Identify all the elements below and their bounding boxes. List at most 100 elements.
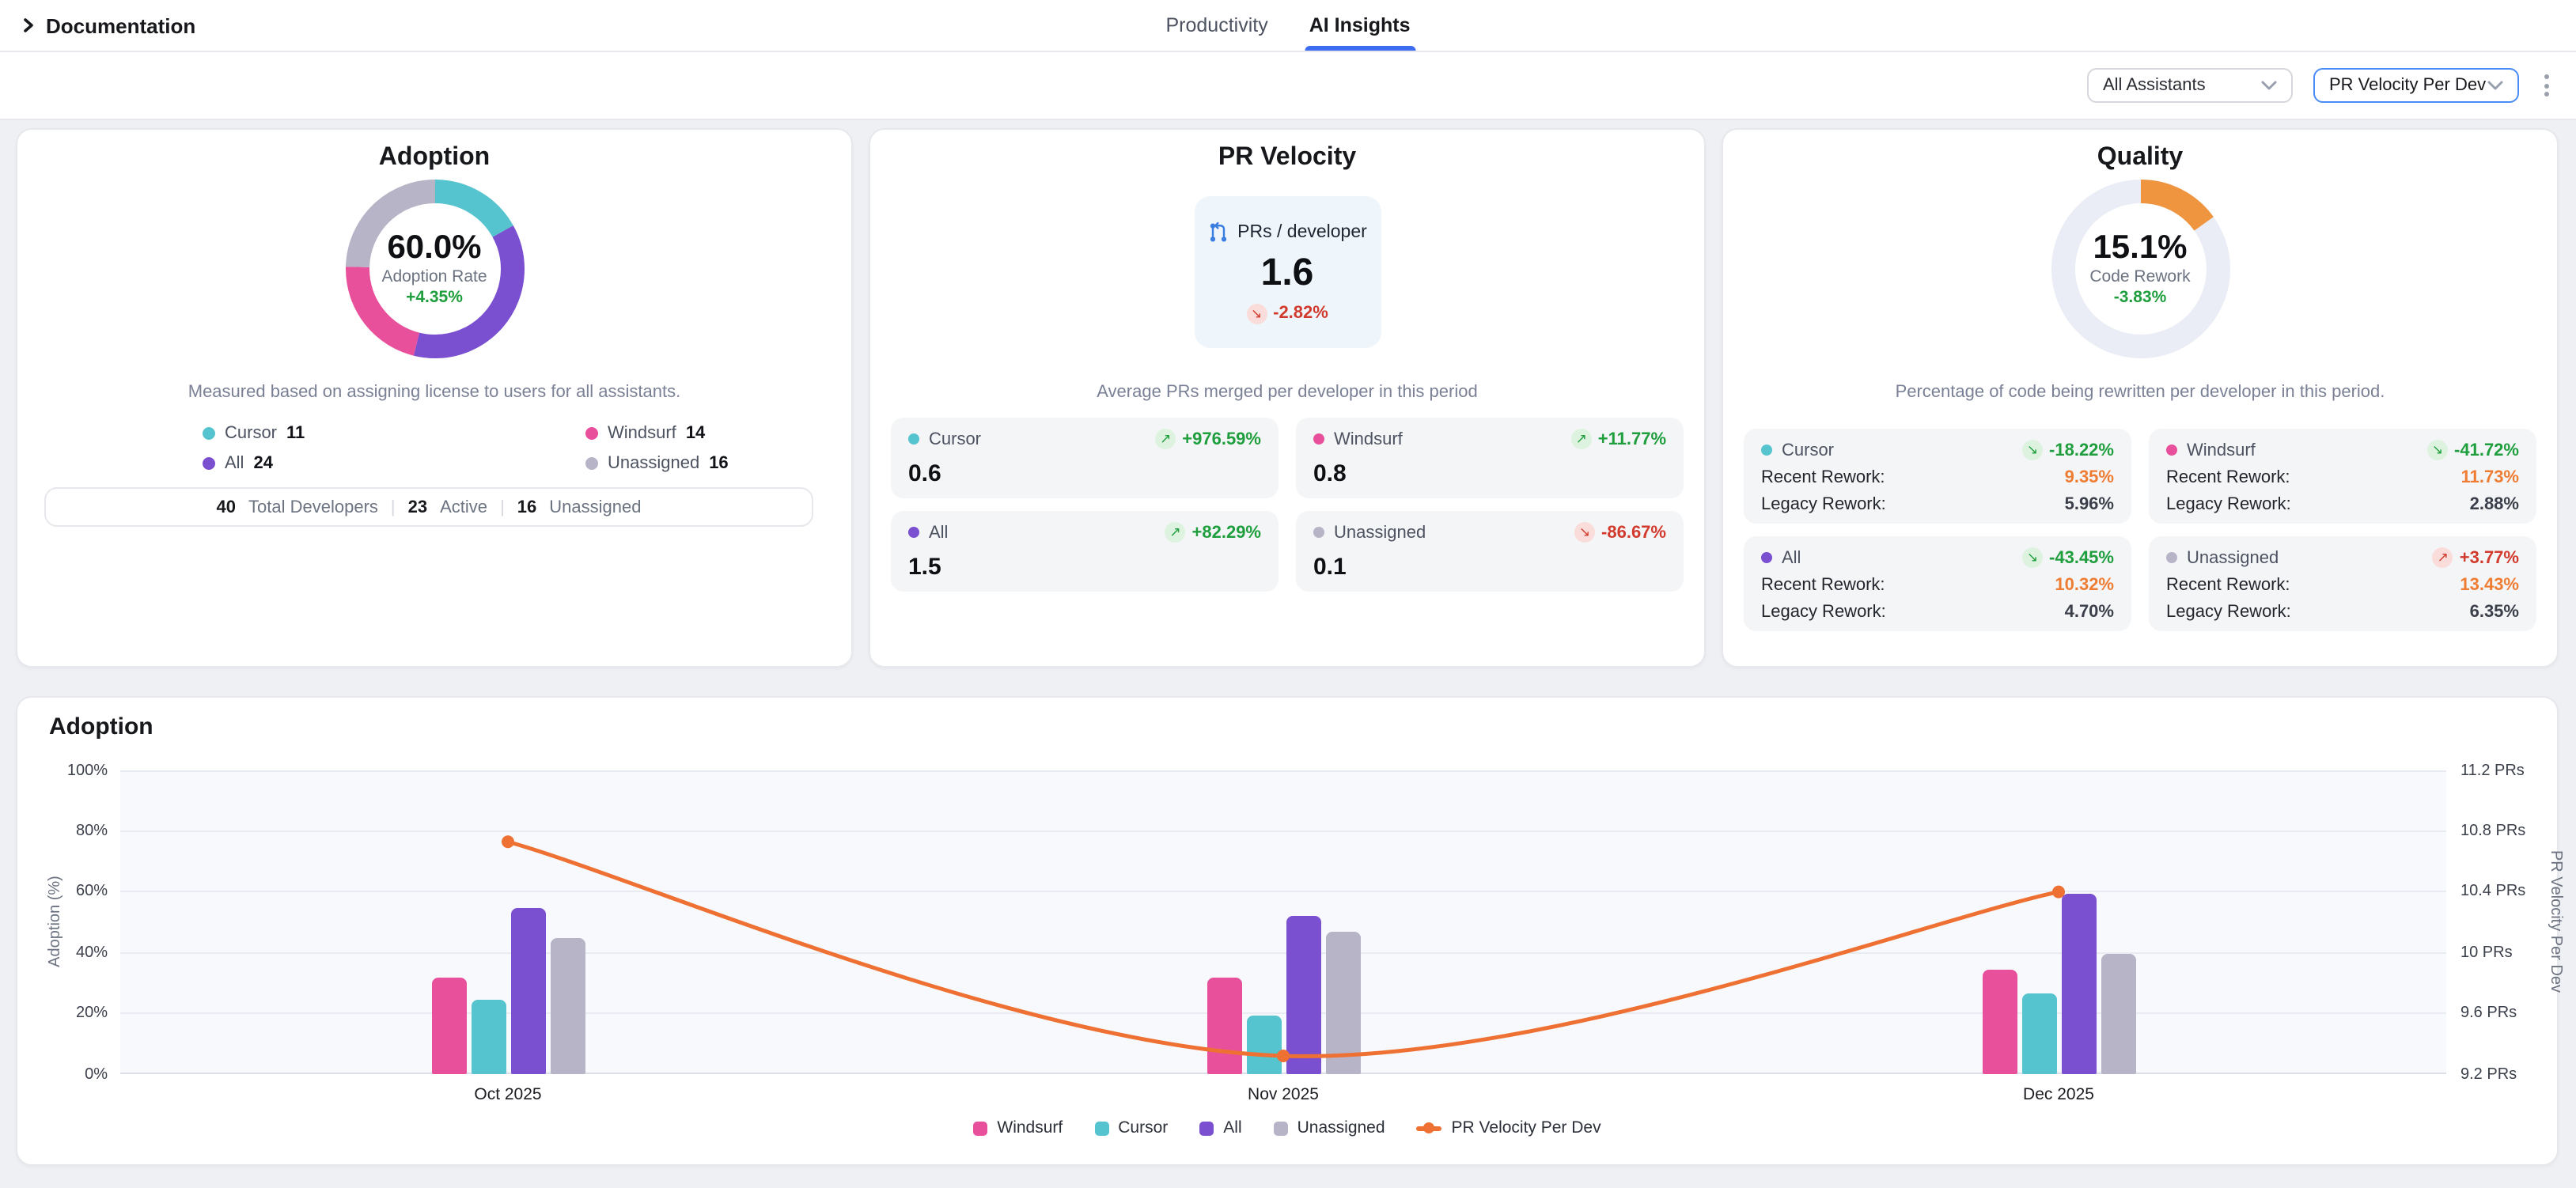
adoption-donut-svg: [331, 166, 537, 372]
legend-item-cursor: Cursor11: [203, 424, 585, 443]
line-point-0: [502, 835, 514, 848]
pr-velocity-card-title: PR Velocity: [870, 144, 1704, 172]
summary-value: 16: [517, 498, 537, 516]
tile-name: All: [1761, 548, 1801, 567]
tile-header: Windsurf ↗ +11.77%: [1313, 429, 1666, 449]
chart-legend-item-windsurf: Windsurf: [973, 1118, 1063, 1137]
line-point-2: [2052, 886, 2065, 899]
git-pull-request-icon: [1207, 221, 1229, 243]
pr-stat-tile-cursor: Cursor↗+976.59%0.6: [891, 418, 1279, 498]
tile-name: All: [908, 523, 948, 542]
series-dot: [908, 527, 919, 538]
tab-productivity-label: Productivity: [1165, 14, 1267, 36]
tile-header: Unassigned ↘ -86.67%: [1313, 522, 1666, 543]
delta-value: -18.22%: [2049, 441, 2114, 460]
trend-up-icon: ↗: [2433, 547, 2453, 568]
right-axis-tick: 9.2 PRs: [2460, 1065, 2555, 1083]
tile-name: Unassigned: [1313, 523, 1426, 542]
legend-dot: [585, 457, 598, 470]
tile-name-label: Windsurf: [1334, 429, 1403, 448]
left-axis-tick: 100%: [25, 762, 108, 779]
quality-stat-tile-unassigned: Unassigned↗+3.77%Recent Rework:13.43%Leg…: [2149, 536, 2536, 631]
left-axis-tick: 80%: [25, 823, 108, 840]
quality-stats: Cursor ↘ -18.22% Recent Rework:9.35% Legacy …: [1744, 429, 2536, 631]
pr-velocity-description: Average PRs merged per developer in this…: [886, 383, 1688, 402]
left-axis-tick: 20%: [25, 1005, 108, 1022]
chart-legend-item-pr-velocity-per-dev: PR Velocity Per Dev: [1417, 1118, 1601, 1137]
delta-badge-bad: ↗+3.77%: [2433, 547, 2519, 568]
trend-up-icon: ↗: [1165, 522, 1186, 543]
separator: |: [391, 498, 396, 516]
recent-rework-row: Recent Rework:9.35%: [1761, 468, 2114, 487]
tab-ai-insights[interactable]: AI Insights: [1309, 0, 1411, 51]
quality-stat-tile-all: All↘-43.45%Recent Rework:10.32%Legacy Re…: [1744, 536, 2131, 631]
trend-up-icon: ↗: [1571, 429, 1592, 449]
trend-down-icon: ↘: [2022, 547, 2043, 568]
delta-badge-good: ↘ -18.22%: [2022, 440, 2114, 460]
trend-down-icon: ↘: [1574, 522, 1595, 543]
series-dot: [1313, 433, 1324, 445]
left-axis-tick: 60%: [25, 883, 108, 901]
summary-value: 40: [217, 498, 237, 516]
delta-value: -86.67%: [1601, 523, 1666, 542]
series-dot: [2166, 445, 2177, 456]
delta-badge-good: ↘ -43.45%: [2022, 547, 2114, 568]
tab-bar: Productivity AI Insights: [1165, 0, 1410, 51]
recent-rework-value: 11.73%: [2461, 468, 2519, 487]
pr-stat-tile-all: All↗+82.29%1.5: [891, 511, 1279, 592]
tile-name: Windsurf: [2166, 441, 2256, 460]
metric-filter-select[interactable]: PR Velocity Per Dev: [2313, 68, 2519, 103]
left-axis-label: Adoption (%): [47, 861, 64, 982]
legacy-rework-value: 4.70%: [2065, 603, 2114, 622]
assistant-filter-select[interactable]: All Assistants: [2087, 68, 2293, 103]
breadcrumb[interactable]: Documentation: [21, 0, 195, 51]
chart-legend: WindsurfCursorAllUnassignedPR Velocity P…: [17, 1118, 2557, 1137]
trend-up-icon: ↗: [1155, 429, 1176, 449]
trend-down-icon: ↘: [2022, 440, 2043, 460]
delta-value: -43.45%: [2049, 548, 2114, 567]
prs-per-developer-label: PRs / developer: [1237, 222, 1367, 241]
tab-productivity[interactable]: Productivity: [1165, 0, 1267, 51]
adoption-card: Adoption 60.0% Adoption Rate +4.35% Meas…: [16, 128, 853, 668]
quality-stat-tile-windsurf: Windsurf↘-41.72%Recent Rework:11.73%Lega…: [2149, 429, 2536, 524]
line-legend-dot: [1424, 1122, 1435, 1133]
legend-swatch: [1274, 1121, 1288, 1135]
recent-rework-value: 13.43%: [2460, 576, 2519, 595]
legend-label: Cursor: [1118, 1118, 1168, 1137]
tile-name-label: All: [929, 523, 948, 542]
pr-velocity-card: PR Velocity PRs / developer: [869, 128, 1706, 668]
delta-badge-good: ↗+82.29%: [1165, 522, 1261, 543]
chart-legend-item-cursor: Cursor: [1094, 1118, 1168, 1137]
legend-dot: [585, 427, 598, 440]
adoption-donut-chart: 60.0% Adoption Rate +4.35%: [331, 166, 537, 372]
legacy-rework-label: Legacy Rework:: [2166, 495, 2291, 514]
kebab-menu-icon[interactable]: [2540, 70, 2554, 101]
legend-label: PR Velocity Per Dev: [1452, 1118, 1601, 1137]
delta-value: +11.77%: [1598, 429, 1666, 448]
legacy-rework-row: Legacy Rework:5.96%: [1761, 495, 2114, 514]
quality-description: Percentage of code being rewritten per d…: [1739, 383, 2541, 402]
series-dot: [2166, 552, 2177, 563]
adoption-chart-card: Adoption Adoption (%) PR Velocity Per De…: [16, 696, 2559, 1166]
series-dot: [1761, 552, 1772, 563]
tile-header: All ↘ -43.45%: [1761, 547, 2114, 568]
legend-value: 24: [253, 454, 273, 473]
recent-rework-row: Recent Rework:10.32%: [1761, 576, 2114, 595]
quality-stat-tile-cursor: Cursor ↘ -18.22% Recent Rework:9.35% Legacy …: [1744, 429, 2131, 524]
legacy-rework-label: Legacy Rework:: [2166, 603, 2291, 622]
tile-name-label: Cursor: [929, 429, 981, 448]
tile-name: Cursor: [908, 429, 981, 448]
legend-label: Cursor: [225, 424, 277, 443]
right-axis-tick: 9.6 PRs: [2460, 1005, 2555, 1022]
dashboard-page: Documentation Productivity AI Insights A…: [0, 0, 2576, 1188]
chevron-right-icon: [21, 17, 36, 33]
tab-ai-insights-label: AI Insights: [1309, 14, 1411, 36]
quality-donut-chart: 15.1% Code Rework -3.83%: [2037, 166, 2243, 372]
recent-rework-label: Recent Rework:: [1761, 576, 1885, 595]
prs-per-developer-value: 1.6: [1261, 252, 1314, 293]
tile-name: Cursor: [1761, 441, 1834, 460]
prs-per-developer-panel: PRs / developer 1.6 ↘ -2.82%: [1194, 196, 1381, 348]
top-header: Documentation Productivity AI Insights: [0, 0, 2576, 52]
series-dot: [908, 433, 919, 445]
pr-velocity-stats: Cursor↗+976.59%0.6Windsurf↗+11.77%0.8All…: [891, 418, 1684, 592]
